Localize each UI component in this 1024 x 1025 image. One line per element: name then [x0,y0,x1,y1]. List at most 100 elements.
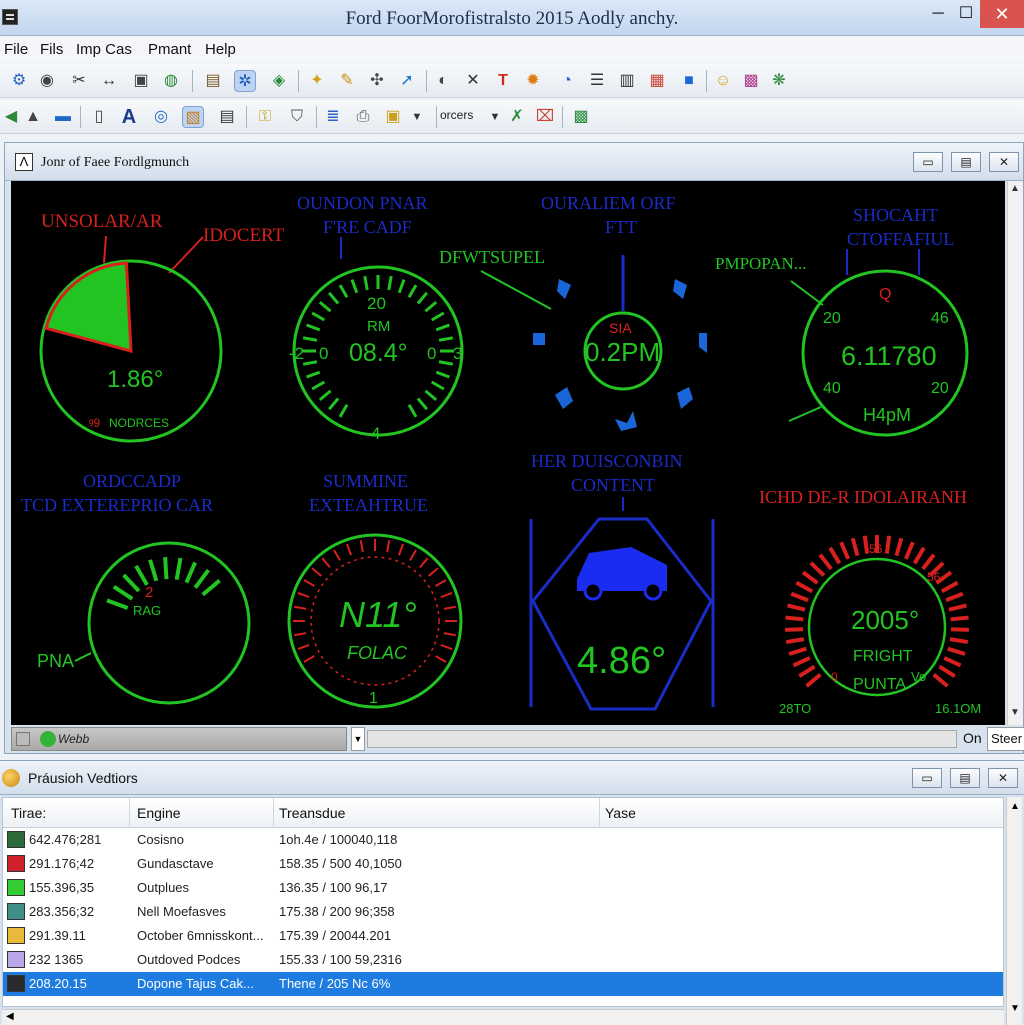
cross-tools-icon[interactable]: ✕ [462,70,484,92]
menu-imp-cas[interactable]: Imp Cas [76,41,132,58]
gear-icon[interactable]: ✹ [522,70,544,92]
gauge-8-tick [785,615,804,622]
photo-icon[interactable]: ▩ [740,70,762,92]
panel-title: Jonr of Faee Fordlgmunch [41,155,190,170]
text-icon[interactable]: T [492,70,514,92]
eraser-icon[interactable]: ⌧ [534,106,556,128]
arrow-icon[interactable]: ➚ [396,70,418,92]
panel-close-button[interactable]: ✕ [989,152,1019,172]
scroll-up-icon[interactable]: ▲ [1010,801,1020,812]
gauge-1-title: UNSOLAR/AR [41,211,163,232]
gauge-5-value: 2 [145,584,153,601]
column-header-yase[interactable]: Yase [605,805,636,821]
wrench-icon[interactable]: ✗ [506,106,528,128]
printer-icon[interactable]: ⎙ [352,106,374,128]
settings-icon[interactable]: ✲ [234,70,256,92]
disc-icon[interactable]: ◉ [36,70,58,92]
swap-icon[interactable]: ↔ [98,70,120,92]
gauge-2-tick [397,279,406,294]
orders-dropdown[interactable]: orcers [440,108,473,122]
gauge-1-callout-line [168,236,204,274]
network-icon[interactable]: ⚙ [8,70,30,92]
dropdown-arrow-icon[interactable]: ▼ [484,106,506,128]
steer-field[interactable]: Steer [987,727,1024,751]
puzzle-icon[interactable]: ✣ [366,70,388,92]
close-button[interactable]: ✕ [980,0,1024,28]
folder-open-icon[interactable]: ▬ [52,106,74,128]
record-icon[interactable]: ◐ [432,70,454,92]
table-row[interactable]: 232 1365 Outdoved Podces 155.33 / 100 59… [3,948,1003,972]
scroll-down-icon[interactable]: ▼ [1010,707,1020,718]
scroll-left-icon[interactable]: ◀ [6,1011,14,1022]
column-header-time[interactable]: Tirae: [11,805,46,821]
chevron-down-icon[interactable]: ▼ [406,106,428,128]
status-dropdown[interactable]: ▼ [351,727,365,751]
shield-icon[interactable]: ⛉ [286,106,308,128]
paste-icon[interactable]: ▧ [182,106,204,128]
table-row[interactable]: 283.356;32 Nell Moefasves 175.38 / 200 9… [3,900,1003,924]
status-tabs[interactable]: Webb [11,727,347,751]
table-row[interactable]: 291.176;42 Gundasctave 158.35 / 500 40,1… [3,852,1003,876]
gauge-4-unit: H4pM [863,405,911,425]
table-horizontal-scrollbar[interactable]: ◀ [2,1009,1004,1025]
panel-restore-button[interactable]: ▤ [951,152,981,172]
chart-icon[interactable]: ◈ [268,70,290,92]
scroll-up-icon[interactable]: ▲ [1010,183,1020,194]
gauge-8-tick [828,546,842,565]
menu-file[interactable]: File [4,41,28,58]
help-icon[interactable]: ◎ [150,106,172,128]
smile-icon[interactable]: ☺ [712,70,734,92]
gauge-4-title-2: CTOFFAFIUL [847,229,954,249]
list-icon[interactable]: ☰ [586,70,608,92]
gauge-8-value: 2005° [851,605,919,635]
gauge-5-side-label: PNA [37,651,74,671]
lock-icon[interactable]: ⚿ [254,106,276,128]
monitor-icon[interactable]: ▩ [570,106,592,128]
column-header-engine[interactable]: Engine [137,805,181,821]
highlight-icon[interactable]: ▣ [382,106,404,128]
table-vertical-scrollbar[interactable]: ▲ ▼ [1006,797,1022,1025]
font-icon[interactable]: A [118,106,140,128]
info-icon[interactable]: ■ [678,70,700,92]
app-window: Ford FoorMorofistralsto 2015 Aodly anchy… [0,0,1024,1025]
layers-icon[interactable]: ≣ [322,106,344,128]
predictions-minimize-button[interactable]: ▭ [912,768,942,788]
predictions-close-button[interactable]: ✕ [988,768,1018,788]
table-row[interactable]: 155.396,35 Outplues 136.35 / 100 96,17 [3,876,1003,900]
table-row[interactable]: 291.39.11 October 6mnisskont... 175.39 /… [3,924,1003,948]
maximize-button[interactable]: ☐ [948,0,984,28]
gauge-3-callout: DFWTSUPEL [439,247,545,267]
pencil-icon[interactable]: ✎ [336,70,358,92]
dashboard-vertical-scrollbar[interactable]: ▲ ▼ [1007,181,1023,725]
gauge-4-br-label: 20 [931,380,949,397]
triangle-icon[interactable]: ▲ [22,106,44,128]
predictions-restore-button[interactable]: ▤ [950,768,980,788]
align-icon[interactable]: ▤ [216,106,238,128]
save-icon[interactable]: ▣ [130,70,152,92]
left-arrow-icon[interactable]: ◀ [0,106,22,128]
column-header-transducer[interactable]: Treansdue [279,805,345,821]
table-row-selected[interactable]: 208.20.15 Dopone Tajus Cak... Thene / 20… [3,972,1003,996]
panel-minimize-button[interactable]: ▭ [913,152,943,172]
gauge-2-value: 08.4° [349,339,408,367]
clipboard-icon[interactable]: ◔ [556,70,578,92]
menu-fils[interactable]: Fils [40,41,63,58]
gauge-2-tick [318,389,332,402]
table-row[interactable]: 642.476;281 Cosisno 1oh.4e / 100040,118 [3,828,1003,852]
gauge-8-tick [784,627,804,632]
row-engine: Dopone Tajus Cak... [137,976,254,991]
document-icon[interactable]: ▯ [88,106,110,128]
columns-icon[interactable]: ▥ [616,70,638,92]
table-icon[interactable]: ▦ [646,70,668,92]
folder-icon[interactable]: ✦ [306,70,328,92]
status-slider-track[interactable] [367,730,957,748]
network-tree-icon[interactable]: ❋ [768,70,790,92]
scroll-down-icon[interactable]: ▼ [1010,1003,1020,1014]
menu-help[interactable]: Help [205,41,236,58]
gauge-3-marker-l [533,333,545,345]
gauge-5-ring [87,541,251,705]
image-icon[interactable]: ▤ [202,70,224,92]
tools-icon[interactable]: ✂ [68,70,90,92]
menu-pmant[interactable]: Pmant [148,41,191,58]
globe-icon[interactable]: ◍ [160,70,182,92]
